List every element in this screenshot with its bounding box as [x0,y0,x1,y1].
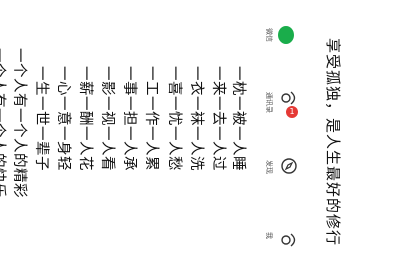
chat-tab-label: 微信 [265,28,273,42]
profile-icon [281,233,296,247]
poem-line: 一事一担一人承 [121,66,137,171]
poem-line: 一影一视一人看 [99,66,115,171]
discover-tab-label: 发现 [265,160,273,174]
discover-tab[interactable] [279,156,299,176]
compass-icon [281,158,297,174]
poem-line: 一来一去一人过 [210,66,226,171]
screen: 享受孤独，是人生最好的修行 一枕一被一人睡 一来一去一人过 一衣一袜一人洗 一喜… [0,0,400,268]
poem-line: 一个人有一个人的精彩 [11,48,27,198]
me-tab[interactable] [280,228,300,252]
poem-line: 一薪一酬一人花 [77,66,93,171]
poem-line: 一衣一袜一人洗 [188,66,204,171]
page-title: 享受孤独，是人生最好的修行 [324,38,342,247]
contacts-tab-label: 通讯录 [265,92,273,113]
chat-tab[interactable] [276,24,296,46]
me-tab-label: 我 [265,232,273,239]
chat-bubble-icon [278,26,294,44]
poem-line: 一喜一忧一人愁 [166,66,182,171]
poem-line: 一心一意一身轻 [55,66,71,171]
unread-badge-count: 1 [289,107,295,116]
poem-line: 一工一作一人累 [143,66,159,171]
poem-line: 一枕一被一人睡 [230,66,246,171]
poem-line: 一生一世一辈子 [33,66,49,171]
poem-line: 一个人有一个人的快乐 [0,48,6,198]
unread-badge: 1 [286,106,298,118]
